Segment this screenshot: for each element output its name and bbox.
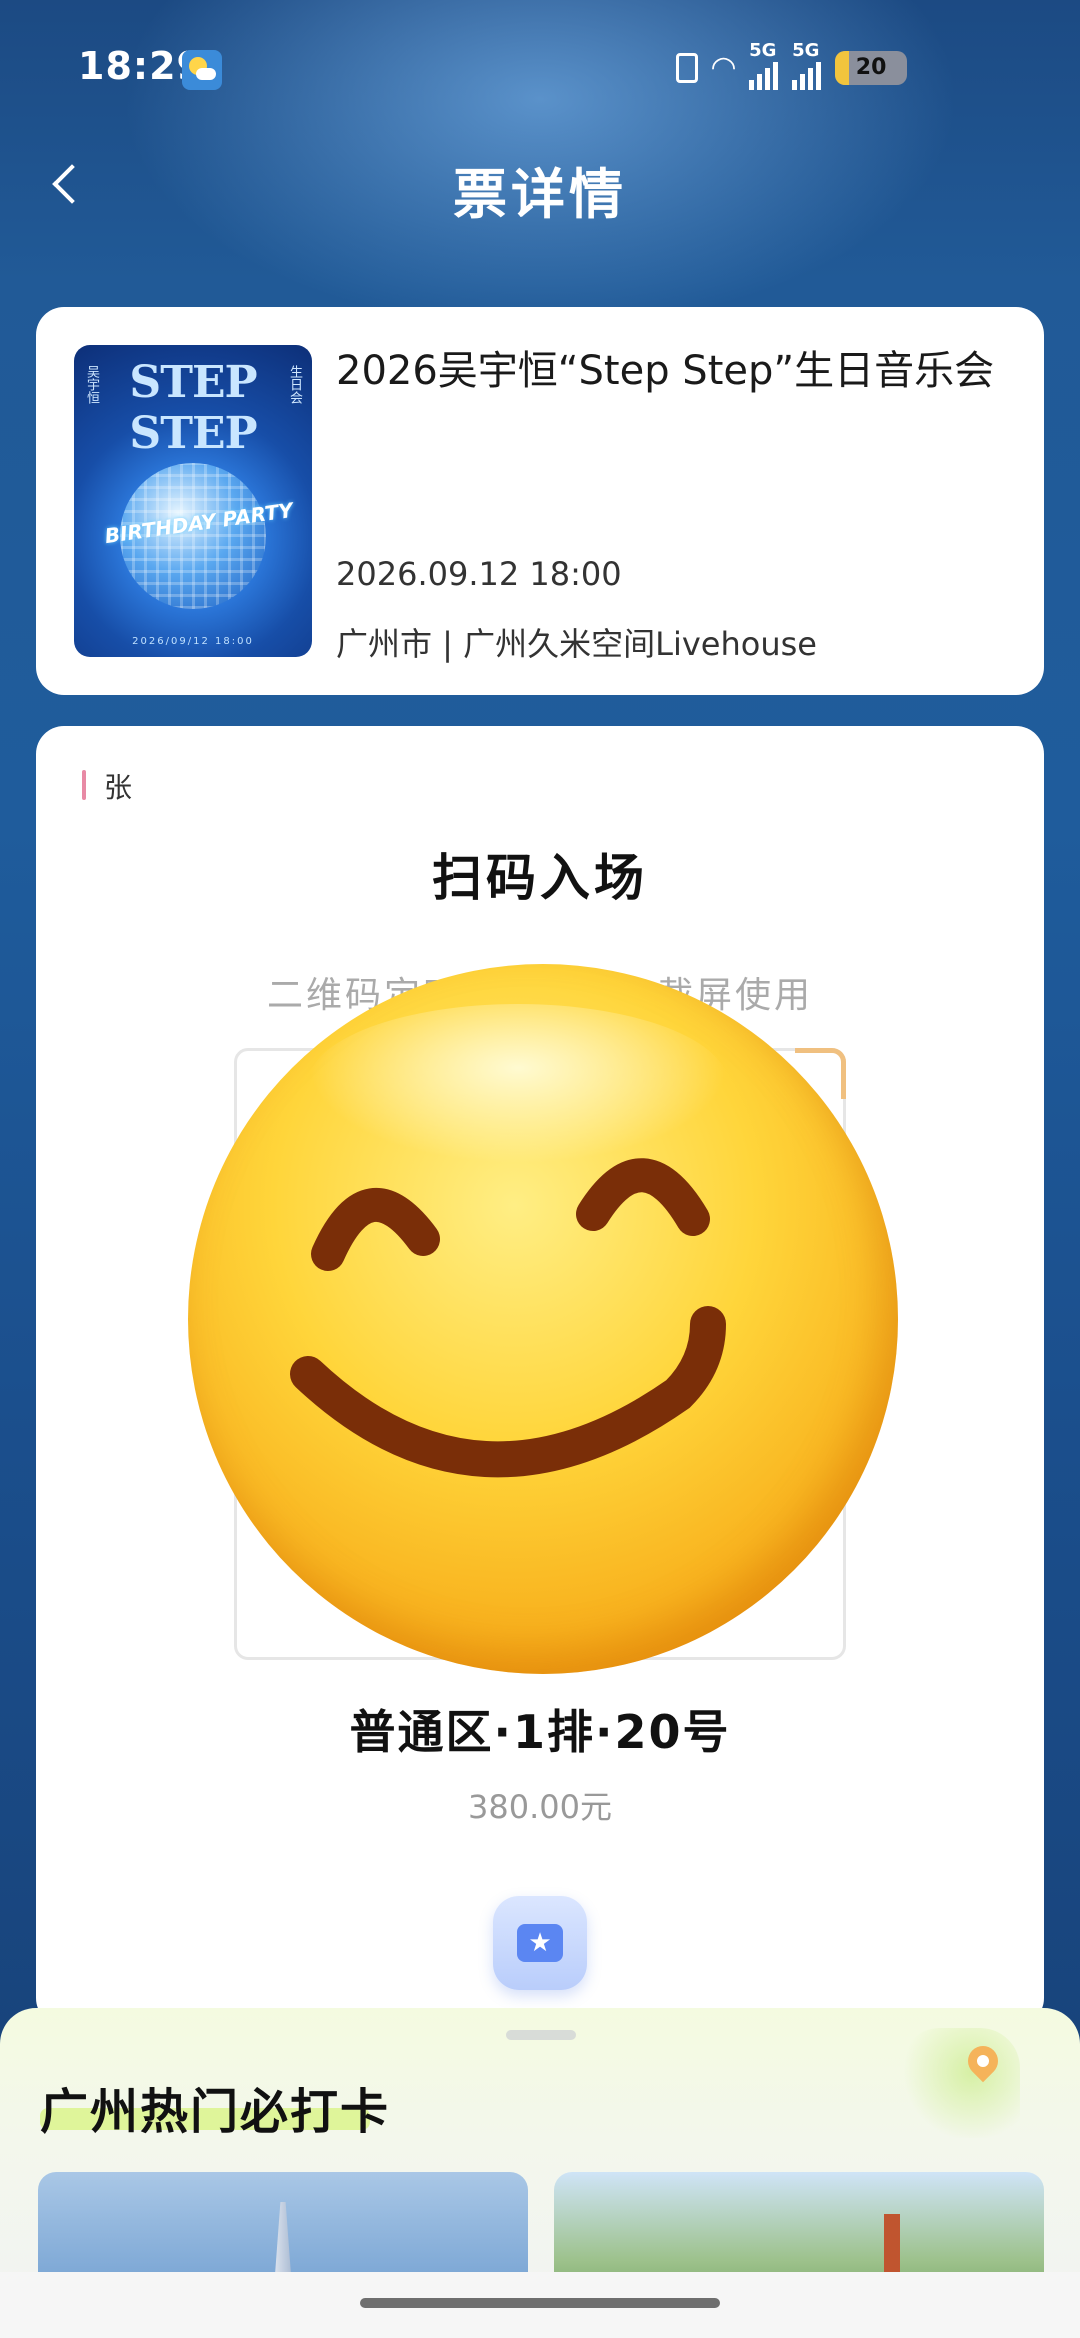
smiley-emoji-overlay [188, 964, 898, 1674]
system-icons: ◠ 5G 5G 20 [676, 40, 908, 90]
left-eye [311, 1188, 440, 1271]
sheet-grabber[interactable] [506, 2030, 576, 2040]
pagoda-image [884, 2214, 900, 2274]
map-decoration [900, 2028, 1020, 2138]
signal-icon-2: 5G [792, 40, 822, 90]
status-bar: 18:29 ◠ 5G 5G 20 [0, 0, 1080, 130]
vibrate-icon [676, 53, 698, 83]
emoji-face [290, 1158, 726, 1478]
recommend-title: 广州热门必打卡 [40, 2084, 391, 2140]
event-poster[interactable]: 吴宇恒 STEP STEP 生日会 BIRTHDAY PARTY 2026/09… [74, 345, 312, 657]
home-indicator[interactable] [360, 2298, 720, 2308]
weather-icon [182, 50, 222, 90]
signal-icon-1: 5G [749, 40, 779, 90]
seat-info: 普通区·1排·20号 [349, 1705, 731, 1759]
ticket-price: 380.00元 [468, 1788, 612, 1826]
network-label-2: 5G [792, 40, 820, 61]
right-eye [576, 1158, 710, 1236]
poster-date: 2026/09/12 18:00 [132, 636, 254, 647]
battery-level: 20 [855, 55, 887, 80]
scan-title: 扫码入场 [432, 849, 648, 907]
battery-icon: 20 [835, 51, 908, 85]
network-label-1: 5G [749, 40, 777, 61]
ticket-card: 张 扫码入场 二维码定时刷新，请勿截屏使用 普通区·1排·20号 380.00元… [36, 726, 1044, 2026]
event-card[interactable]: 吴宇恒 STEP STEP 生日会 BIRTHDAY PARTY 2026/09… [36, 307, 1044, 695]
holder-accent-bar [82, 770, 86, 800]
ticket-wallet-button[interactable]: ★ [493, 1896, 587, 1990]
event-datetime: 2026.09.12 18:00 [336, 555, 622, 593]
event-venue: 广州市 | 广州久米空间Livehouse [336, 625, 817, 663]
star-icon: ★ [528, 1928, 552, 1958]
wifi-icon: ◠ [712, 50, 736, 85]
event-name: 2026吴宇恒“Step Step”生日音乐会 [336, 348, 995, 394]
page-title: 票详情 [453, 163, 627, 226]
ticket-holder-name: 张 [104, 771, 133, 804]
smile-mouth [290, 1306, 726, 1478]
poster-title: STEP STEP [129, 357, 257, 459]
poster-side-right: 生日会 [287, 365, 302, 404]
